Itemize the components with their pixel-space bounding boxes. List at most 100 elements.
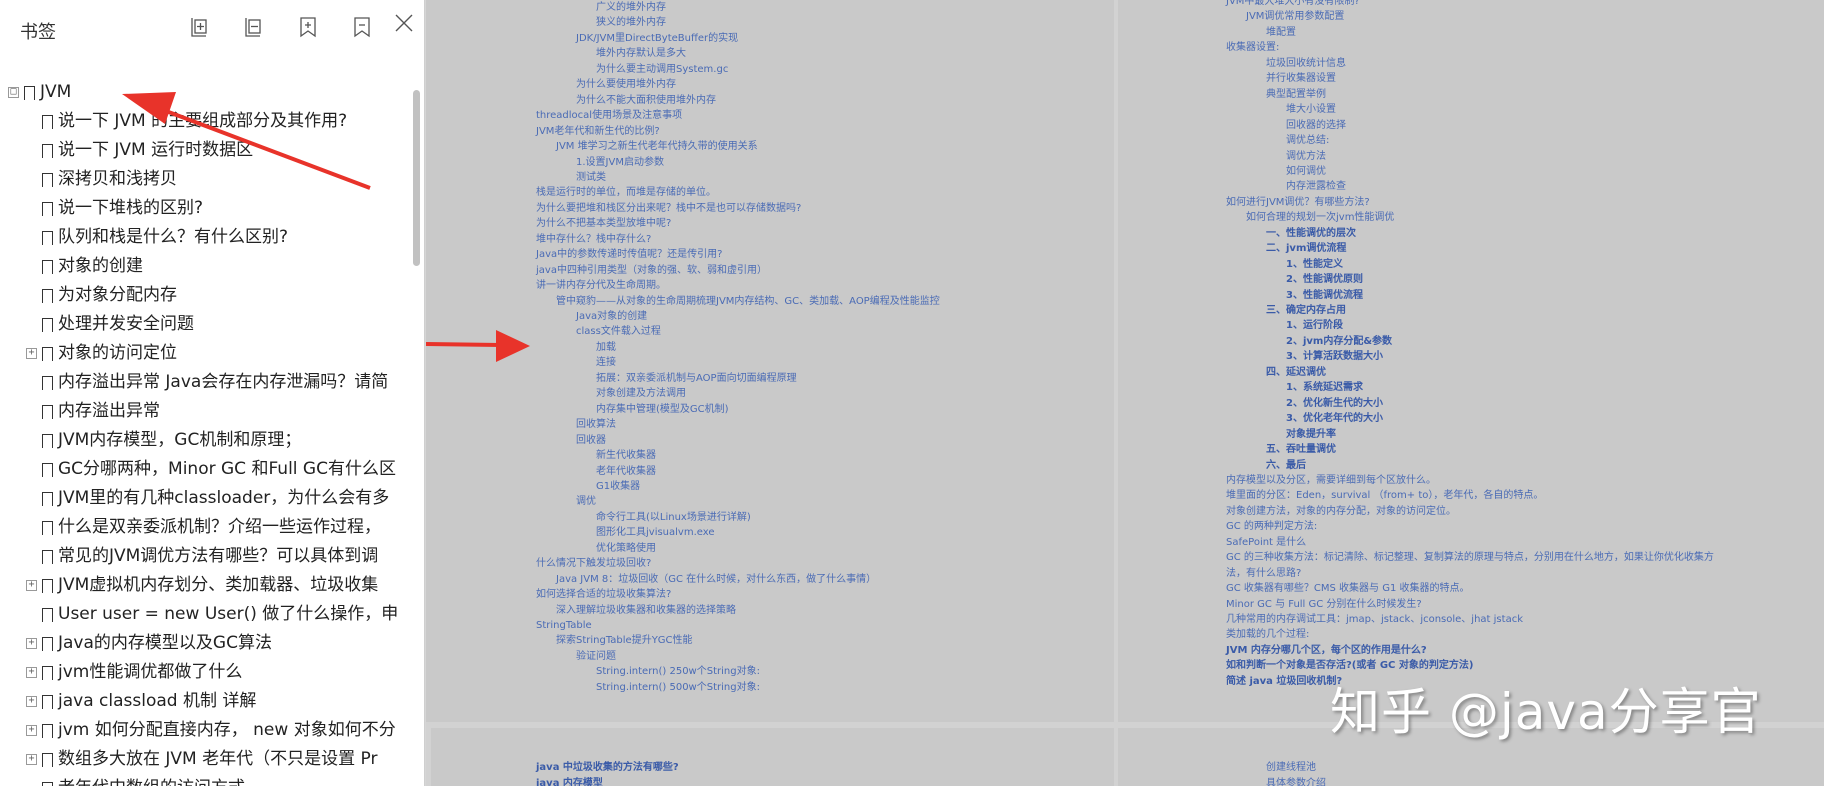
outline-entry[interactable]: 堆外内存默认是多大 xyxy=(596,48,686,60)
bookmark-item[interactable]: + 数组多大放在 JVM 老年代（不只是设置 Pr xyxy=(0,745,400,774)
outline-entry[interactable]: 二、jvm调优流程 xyxy=(1266,243,1346,255)
bookmark-item[interactable]: JVM内存模型，GC机制和原理； xyxy=(0,426,400,455)
outline-entry[interactable]: 测试类 xyxy=(576,172,606,184)
outline-entry[interactable]: 为什么要把堆和栈区分出来呢？栈中不是也可以存储数据吗? xyxy=(536,203,801,215)
outline-entry[interactable]: threadlocal使用场景及注意事项 xyxy=(536,110,682,122)
bookmark-item[interactable]: 队列和栈是什么？有什么区别? xyxy=(0,223,400,252)
outline-entry[interactable]: 2、性能调优原则 xyxy=(1286,274,1363,286)
outline-entry[interactable]: 新生代收集器 xyxy=(596,450,656,462)
outline-entry[interactable]: Java中的参数传递时传值呢？还是传引用? xyxy=(536,249,722,261)
outline-entry[interactable]: 六、最后 xyxy=(1266,460,1306,472)
delete-bookmark-button[interactable] xyxy=(349,14,375,40)
bookmark-item[interactable]: 深拷贝和浅拷贝 xyxy=(0,165,400,194)
outline-entry[interactable]: 为什么不把基本类型放堆中呢? xyxy=(536,218,671,230)
outline-entry[interactable]: 调优 xyxy=(576,496,596,508)
outline-entry[interactable]: java中四种引用类型（对象的强、软、弱和虚引用） xyxy=(536,265,767,277)
outline-entry[interactable]: StringTable xyxy=(536,620,592,632)
outline-entry[interactable]: SafePoint 是什么 xyxy=(1226,537,1306,549)
bookmark-item[interactable]: 对象的创建 xyxy=(0,252,400,281)
outline-entry[interactable]: 典型配置举例 xyxy=(1266,89,1326,101)
bookmark-item[interactable]: JVM里的有几种classloader，为什么会有多 xyxy=(0,484,400,513)
document-viewer[interactable]: 广义的堆外内存 狭义的堆外内存 JDK/JVM里DirectByteBuffer的实… xyxy=(426,0,1824,786)
outline-entry[interactable]: 五、吞吐量调优 xyxy=(1266,444,1336,456)
outline-entry[interactable]: 3、计算活跃数据大小 xyxy=(1286,351,1383,363)
expand-icon[interactable]: + xyxy=(26,754,37,765)
outline-entry[interactable]: 广义的堆外内存 xyxy=(596,2,666,14)
outline-entry[interactable]: 1、系统延迟需求 xyxy=(1286,382,1363,394)
outline-entry[interactable]: 拓展：双亲委派机制与AOP面向切面编程原理 xyxy=(596,373,797,385)
outline-entry[interactable]: 2、jvm内存分配&参数 xyxy=(1286,336,1392,348)
outline-entry[interactable]: 内存集中管理(模型及GC机制) xyxy=(596,404,729,416)
outline-entry[interactable]: 命令行工具(以Linux场景进行详解) xyxy=(596,512,751,524)
outline-entry[interactable]: 垃圾回收统计信息 xyxy=(1266,58,1346,70)
bookmark-item[interactable]: 说一下 JVM 运行时数据区 xyxy=(0,136,400,165)
outline-entry[interactable]: 如何合理的规划一次jvm性能调优 xyxy=(1246,212,1394,224)
outline-entry[interactable]: GC 收集器有哪些？CMS 收集器与 G1 收集器的特点。 xyxy=(1226,583,1470,595)
outline-entry[interactable]: 为什么不能大面积使用堆外内存 xyxy=(576,95,716,107)
outline-entry[interactable]: 管中窥豹——从对象的生命周期梳理JVM内存结构、GC、类加载、AOP编程及性能监… xyxy=(556,296,940,308)
expand-all-button[interactable] xyxy=(186,14,212,40)
outline-entry[interactable]: GC 的三种收集方法：标记清除、标记整理、复制算法的原理与特点，分别用在什么地方… xyxy=(1226,552,1714,564)
expand-icon[interactable]: + xyxy=(26,725,37,736)
outline-entry[interactable]: 堆配置 xyxy=(1266,27,1296,39)
close-panel-button[interactable] xyxy=(391,10,417,36)
outline-entry[interactable]: 四、延迟调优 xyxy=(1266,367,1326,379)
collapse-icon[interactable]: □ xyxy=(8,87,19,98)
outline-entry[interactable]: Java对象的创建 xyxy=(576,311,647,323)
outline-entry[interactable]: 收集器设置: xyxy=(1226,42,1279,54)
bookmark-item[interactable]: 内存溢出异常 Java会存在内存泄漏吗？请简 xyxy=(0,368,400,397)
bookmark-item[interactable]: + Java的内存模型以及GC算法 xyxy=(0,629,400,658)
outline-entry[interactable]: 回收算法 xyxy=(576,419,616,431)
outline-entry[interactable]: 简述 java 垃圾回收机制? xyxy=(1226,676,1342,688)
bookmark-item[interactable]: 什么是双亲委派机制？介绍一些运作过程， xyxy=(0,513,400,542)
outline-entry[interactable]: 回收器的选择 xyxy=(1286,120,1346,132)
outline-entry[interactable]: 并行收集器设置 xyxy=(1266,73,1336,85)
outline-entry[interactable]: Minor GC 与 Full GC 分别在什么时候发生? xyxy=(1226,599,1422,611)
expand-icon[interactable]: + xyxy=(26,638,37,649)
outline-entry[interactable]: JDK/JVM里DirectByteBuffer的实现 xyxy=(576,33,738,45)
outline-entry[interactable]: 调优总结: xyxy=(1286,135,1329,147)
bookmark-item[interactable]: 说一下堆栈的区别? xyxy=(0,194,400,223)
outline-entry[interactable]: 狭义的堆外内存 xyxy=(596,17,666,29)
outline-entry[interactable]: 图形化工具jvisualvm.exe xyxy=(596,527,715,539)
outline-entry[interactable]: JVM调优常用参数配置 xyxy=(1246,11,1344,23)
outline-entry[interactable]: JVM 内存分哪几个区，每个区的作用是什么? xyxy=(1226,645,1427,657)
outline-entry[interactable]: JVM中最大堆大小有没有限制? xyxy=(1226,0,1360,8)
outline-entry[interactable]: 调优方法 xyxy=(1286,151,1326,163)
outline-entry[interactable]: java 内存模型 xyxy=(536,778,603,786)
outline-entry[interactable]: JVM 堆学习之新生代老年代持久带的使用关系 xyxy=(556,141,758,153)
bookmark-item[interactable]: + 对象的访问定位 xyxy=(0,339,400,368)
outline-entry[interactable]: 1、运行阶段 xyxy=(1286,320,1343,332)
collapse-all-button[interactable] xyxy=(240,14,266,40)
bookmark-item[interactable]: User user = new User() 做了什么操作，申 xyxy=(0,600,400,629)
outline-entry[interactable]: 1、性能定义 xyxy=(1286,259,1343,271)
outline-entry[interactable]: 什么情况下触发垃圾回收? xyxy=(536,558,651,570)
expand-icon[interactable]: + xyxy=(26,667,37,678)
outline-entry[interactable]: 一、性能调优的层次 xyxy=(1266,228,1356,240)
outline-entry[interactable]: 如何选择合适的垃圾收集算法? xyxy=(536,589,671,601)
outline-entry[interactable]: String.intern() 500w个String对象: xyxy=(596,682,760,694)
bookmark-item[interactable]: 老年代中数组的访问方式 xyxy=(0,774,400,786)
bookmark-item[interactable]: GC分哪两种，Minor GC 和Full GC有什么区 xyxy=(0,455,400,484)
outline-entry[interactable]: 为什么要使用堆外内存 xyxy=(576,79,676,91)
bookmark-item[interactable]: + JVM虚拟机内存划分、类加载器、垃圾收集 xyxy=(0,571,400,600)
bookmark-item[interactable]: 常见的JVM调优方法有哪些？可以具体到调 xyxy=(0,542,400,571)
outline-entry[interactable]: 连接 xyxy=(596,357,616,369)
expand-icon[interactable]: + xyxy=(26,348,37,359)
expand-icon[interactable]: + xyxy=(26,696,37,707)
outline-entry[interactable]: JVM老年代和新生代的比例? xyxy=(536,126,660,138)
bookmark-item[interactable]: 为对象分配内存 xyxy=(0,281,400,310)
bookmark-item[interactable]: 说一下 JVM 的主要组成部分及其作用? xyxy=(0,107,400,136)
outline-entry[interactable]: 堆中存什么？栈中存什么? xyxy=(536,234,651,246)
outline-entry[interactable]: 加载 xyxy=(596,342,616,354)
outline-entry[interactable]: 三、确定内存占用 xyxy=(1266,305,1346,317)
outline-entry[interactable]: 几种常用的内存调试工具：jmap、jstack、jconsole、jhat js… xyxy=(1226,614,1523,626)
outline-entry[interactable]: 探索StringTable提升YGC性能 xyxy=(556,635,693,647)
outline-entry[interactable]: 对象创建及方法调用 xyxy=(596,388,686,400)
outline-entry[interactable]: java 中垃圾收集的方法有哪些? xyxy=(536,762,679,774)
outline-entry[interactable]: 讲一讲内存分代及生命周期。 xyxy=(536,280,666,292)
outline-entry[interactable]: 创建线程池 xyxy=(1266,762,1316,774)
outline-entry[interactable]: 2、优化新生代的大小 xyxy=(1286,398,1383,410)
outline-entry[interactable]: 堆大小设置 xyxy=(1286,104,1336,116)
outline-entry[interactable]: 对象创建方法，对象的内存分配，对象的访问定位。 xyxy=(1226,506,1456,518)
